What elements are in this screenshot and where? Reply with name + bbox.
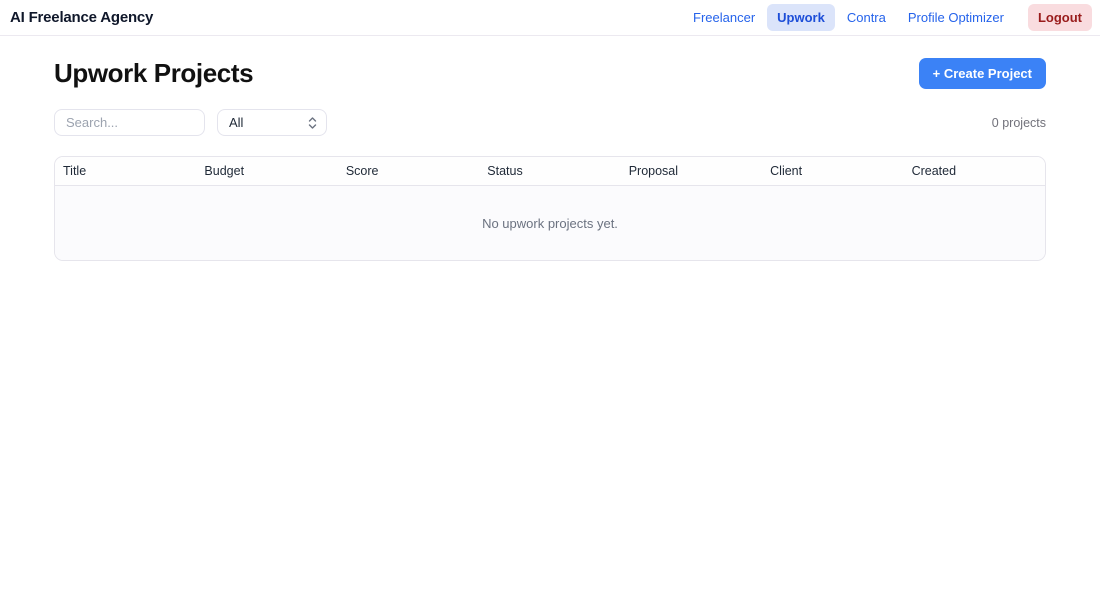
column-header-score: Score <box>338 157 479 185</box>
filters-row: All 0 projects <box>54 109 1046 136</box>
column-header-budget: Budget <box>196 157 337 185</box>
page-title: Upwork Projects <box>54 58 253 89</box>
main-content: Upwork Projects + Create Project All 0 p… <box>54 36 1046 261</box>
projects-table: Title Budget Score Status Proposal Clien… <box>54 156 1046 261</box>
column-header-created: Created <box>904 157 1045 185</box>
nav-item-profile-optimizer[interactable]: Profile Optimizer <box>898 4 1014 31</box>
search-input[interactable] <box>54 109 205 136</box>
chevron-up-down-icon <box>308 116 317 130</box>
nav-item-contra[interactable]: Contra <box>837 4 896 31</box>
top-nav: AI Freelance Agency Freelancer Upwork Co… <box>0 0 1100 36</box>
nav-links: Freelancer Upwork Contra Profile Optimiz… <box>683 4 1092 31</box>
empty-state-message: No upwork projects yet. <box>55 186 1045 260</box>
nav-item-upwork[interactable]: Upwork <box>767 4 835 31</box>
create-project-button[interactable]: + Create Project <box>919 58 1046 89</box>
nav-item-freelancer[interactable]: Freelancer <box>683 4 765 31</box>
logout-button[interactable]: Logout <box>1028 4 1092 31</box>
column-header-title: Title <box>55 157 196 185</box>
column-header-status: Status <box>479 157 620 185</box>
status-filter-value: All <box>229 115 243 130</box>
status-filter-select[interactable]: All <box>217 109 327 136</box>
projects-count: 0 projects <box>992 116 1046 130</box>
table-header-row: Title Budget Score Status Proposal Clien… <box>55 157 1045 186</box>
column-header-proposal: Proposal <box>621 157 762 185</box>
title-row: Upwork Projects + Create Project <box>54 58 1046 89</box>
brand-title: AI Freelance Agency <box>10 9 153 26</box>
column-header-client: Client <box>762 157 903 185</box>
